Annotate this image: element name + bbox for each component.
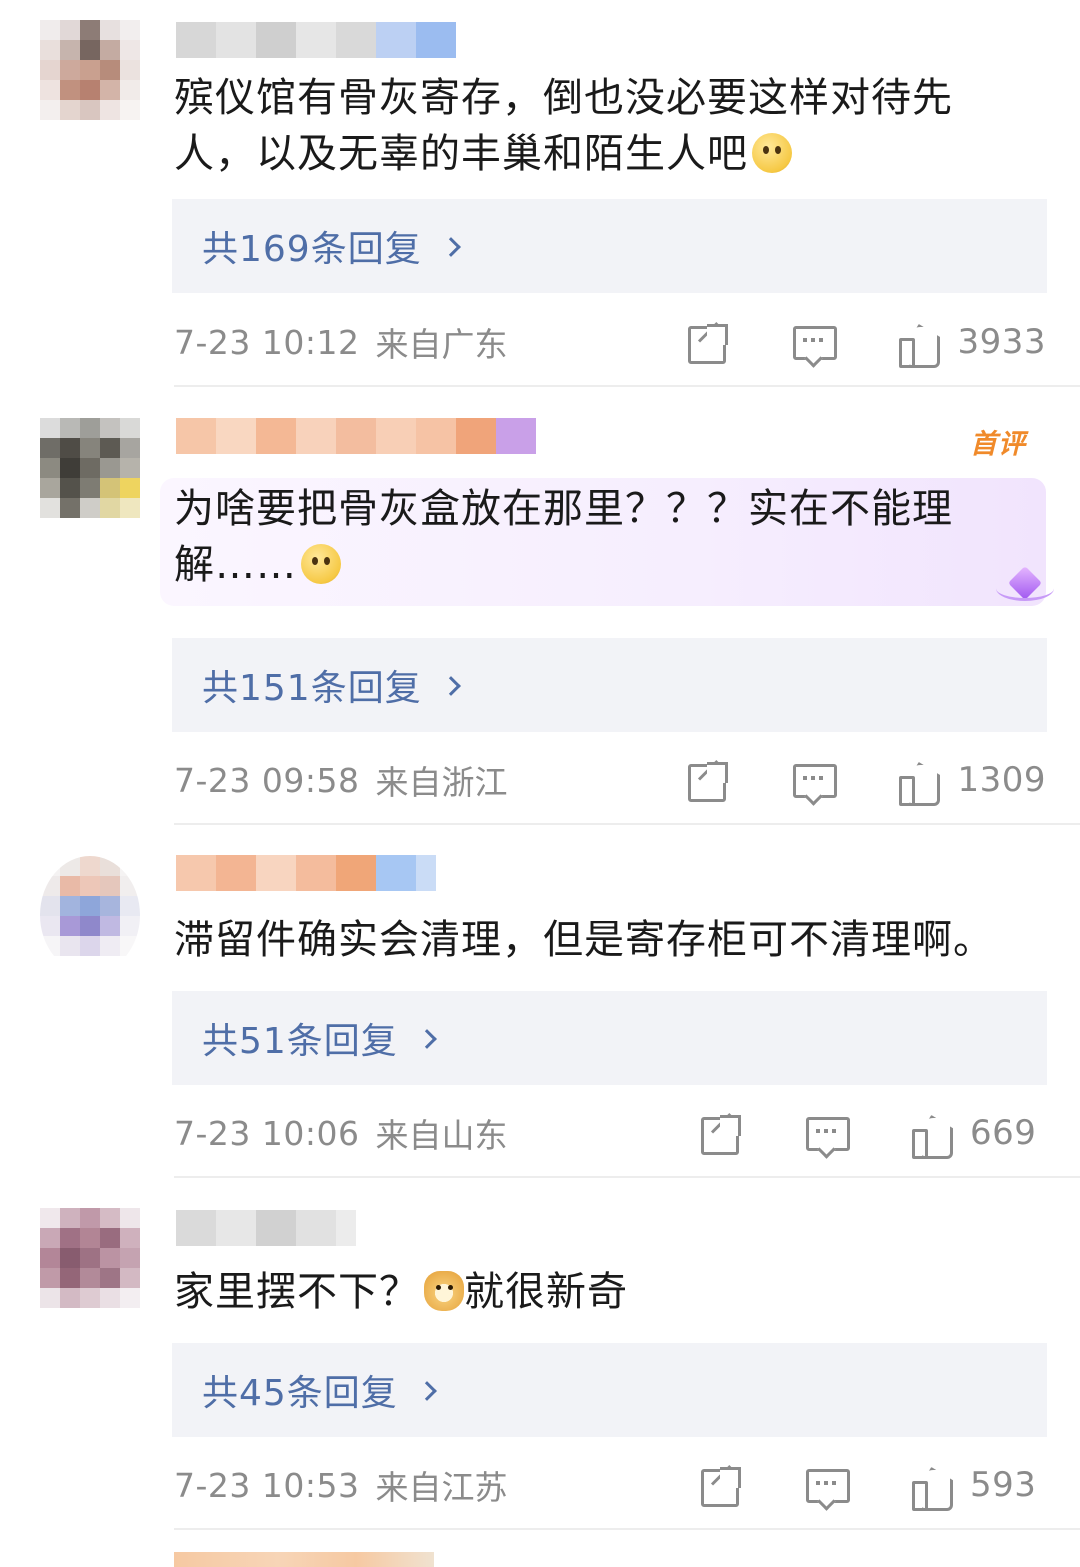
comment-text: 殡仪馆有骨灰寄存，倒也没必要这样对待先人，以及无辜的丰巢和陌生人吧 [174, 75, 953, 177]
thinking-emoji-icon [301, 544, 341, 584]
like-icon[interactable] [910, 1463, 954, 1511]
comment-time: 7-23 10:53 [174, 1465, 360, 1505]
comment-meta: 7-23 10:53 来自江苏 593 [174, 1460, 1046, 1511]
comment-time: 7-23 10:12 [174, 322, 360, 362]
comment-icon[interactable] [791, 320, 838, 364]
divider [174, 1528, 1080, 1530]
share-icon[interactable] [685, 320, 729, 364]
comment-icon[interactable] [804, 1463, 850, 1507]
chevron-right-icon [440, 676, 461, 696]
username-blurred[interactable] [176, 418, 536, 454]
replies-label: 共45条回复 [202, 1373, 398, 1414]
replies-button[interactable]: 共45条回复 [172, 1343, 1047, 1437]
chevron-right-icon [440, 237, 461, 257]
like-icon[interactable] [897, 758, 941, 806]
share-icon[interactable] [698, 1463, 742, 1507]
comment-meta: 7-23 10:12 来自广东 3933 [174, 317, 1046, 368]
comment-meta: 7-23 09:58 来自浙江 1309 [174, 755, 1046, 806]
comment-text: 滞留件确实会清理，但是寄存柜可不清理啊。 [174, 917, 994, 963]
like-count: 1309 [957, 760, 1046, 800]
doge-emoji-icon [424, 1271, 464, 1311]
avatar[interactable] [40, 20, 140, 138]
like-count: 593 [970, 1465, 1037, 1505]
comment-icon[interactable] [791, 758, 838, 802]
replies-button[interactable]: 共169条回复 [172, 199, 1047, 293]
first-comment-badge: 首评 [970, 429, 1026, 460]
comment-location: 来自浙江 [375, 763, 508, 802]
username-blurred[interactable] [176, 1210, 356, 1246]
comment-text: 家里摆不下？ 就很新奇 [174, 1269, 628, 1315]
avatar[interactable] [40, 418, 140, 536]
replies-label: 共151条回复 [202, 668, 422, 709]
share-icon[interactable] [685, 758, 729, 802]
like-count: 669 [970, 1113, 1037, 1153]
comment-time: 7-23 10:06 [174, 1113, 360, 1153]
replies-button[interactable]: 共151条回复 [172, 638, 1047, 732]
share-icon[interactable] [698, 1111, 742, 1155]
chevron-right-icon [416, 1029, 437, 1049]
username-blurred[interactable] [176, 855, 436, 891]
comment-meta: 7-23 10:06 来自山东 669 [174, 1108, 1046, 1159]
like-icon[interactable] [910, 1111, 954, 1159]
avatar[interactable] [40, 856, 140, 974]
like-count: 3933 [957, 322, 1046, 362]
like-icon[interactable] [897, 320, 941, 368]
comment-time: 7-23 09:58 [174, 760, 360, 800]
comment-location: 来自广东 [375, 325, 508, 364]
comment-location: 来自江苏 [375, 1468, 508, 1507]
chevron-right-icon [416, 1381, 437, 1401]
thinking-emoji-icon [752, 133, 792, 173]
replies-label: 共169条回复 [202, 229, 422, 270]
replies-label: 共51条回复 [202, 1021, 398, 1062]
diamond-badge-icon [996, 562, 1054, 610]
comment-icon[interactable] [804, 1111, 850, 1155]
replies-button[interactable]: 共51条回复 [172, 991, 1047, 1085]
avatar[interactable] [40, 1208, 140, 1326]
username-blurred[interactable] [176, 22, 456, 58]
next-comment-username-blurred [174, 1552, 434, 1567]
comment-text: 为啥要把骨灰盒放在那里？？？实在不能理解…… [174, 486, 953, 588]
comment-location: 来自山东 [375, 1116, 508, 1155]
